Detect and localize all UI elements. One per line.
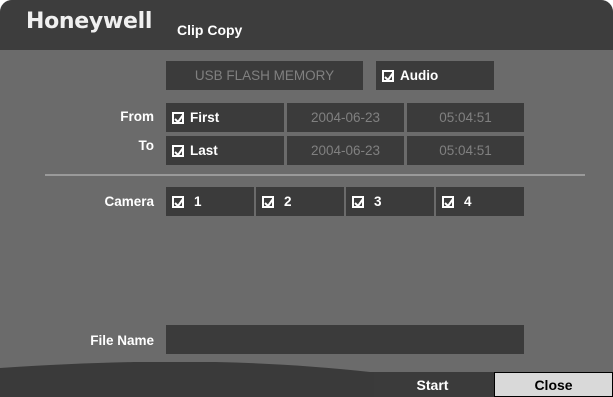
device-label: USB FLASH MEMORY: [194, 68, 335, 83]
start-button[interactable]: Start: [374, 372, 491, 397]
from-first-checkbox[interactable]: First: [166, 103, 284, 132]
to-label: To: [138, 138, 155, 153]
camera-4-label: 4: [464, 194, 472, 209]
close-button[interactable]: Close: [494, 372, 613, 397]
audio-check-icon: [382, 69, 394, 82]
to-date-value: 2004-06-23: [310, 143, 381, 158]
from-check-icon: [172, 111, 184, 124]
close-button-label: Close: [534, 376, 573, 393]
to-time-value: 05:04:51: [439, 143, 492, 158]
from-date-field[interactable]: 2004-06-23: [287, 103, 404, 132]
to-last-checkbox[interactable]: Last: [166, 136, 284, 165]
camera-2-checkbox[interactable]: 2: [256, 187, 344, 216]
camera-3-label: 3: [374, 194, 382, 209]
to-option-label: Last: [190, 143, 218, 158]
to-check-icon: [172, 144, 184, 157]
device-select[interactable]: USB FLASH MEMORY: [166, 61, 363, 90]
camera-label: Camera: [104, 194, 154, 209]
camera-3-checkbox[interactable]: 3: [346, 187, 434, 216]
brand-logo: Honeywell: [26, 9, 153, 34]
title-bar: Honeywell Clip Copy: [0, 0, 613, 50]
clip-copy-dialog: Honeywell Clip Copy USB FLASH MEMORY Aud…: [0, 0, 613, 397]
camera-3-check-icon: [352, 195, 364, 208]
camera-1-checkbox[interactable]: 1: [166, 187, 254, 216]
file-name-field[interactable]: [166, 325, 524, 354]
to-time-field[interactable]: 05:04:51: [407, 136, 524, 165]
camera-4-checkbox[interactable]: 4: [436, 187, 524, 216]
start-button-label: Start: [416, 376, 449, 393]
from-time-field[interactable]: 05:04:51: [407, 103, 524, 132]
camera-1-check-icon: [172, 195, 184, 208]
camera-2-check-icon: [262, 195, 274, 208]
from-time-value: 05:04:51: [439, 110, 492, 125]
audio-checkbox[interactable]: Audio: [376, 61, 494, 90]
audio-label: Audio: [400, 68, 439, 83]
section-divider: [45, 174, 585, 176]
from-option-label: First: [190, 110, 220, 125]
camera-2-label: 2: [284, 194, 292, 209]
camera-4-check-icon: [442, 195, 454, 208]
dialog-title: Clip Copy: [177, 22, 243, 38]
from-date-value: 2004-06-23: [310, 110, 381, 125]
file-name-label: File Name: [90, 333, 154, 348]
to-date-field[interactable]: 2004-06-23: [287, 136, 404, 165]
from-label: From: [120, 109, 154, 124]
camera-1-label: 1: [194, 194, 202, 209]
